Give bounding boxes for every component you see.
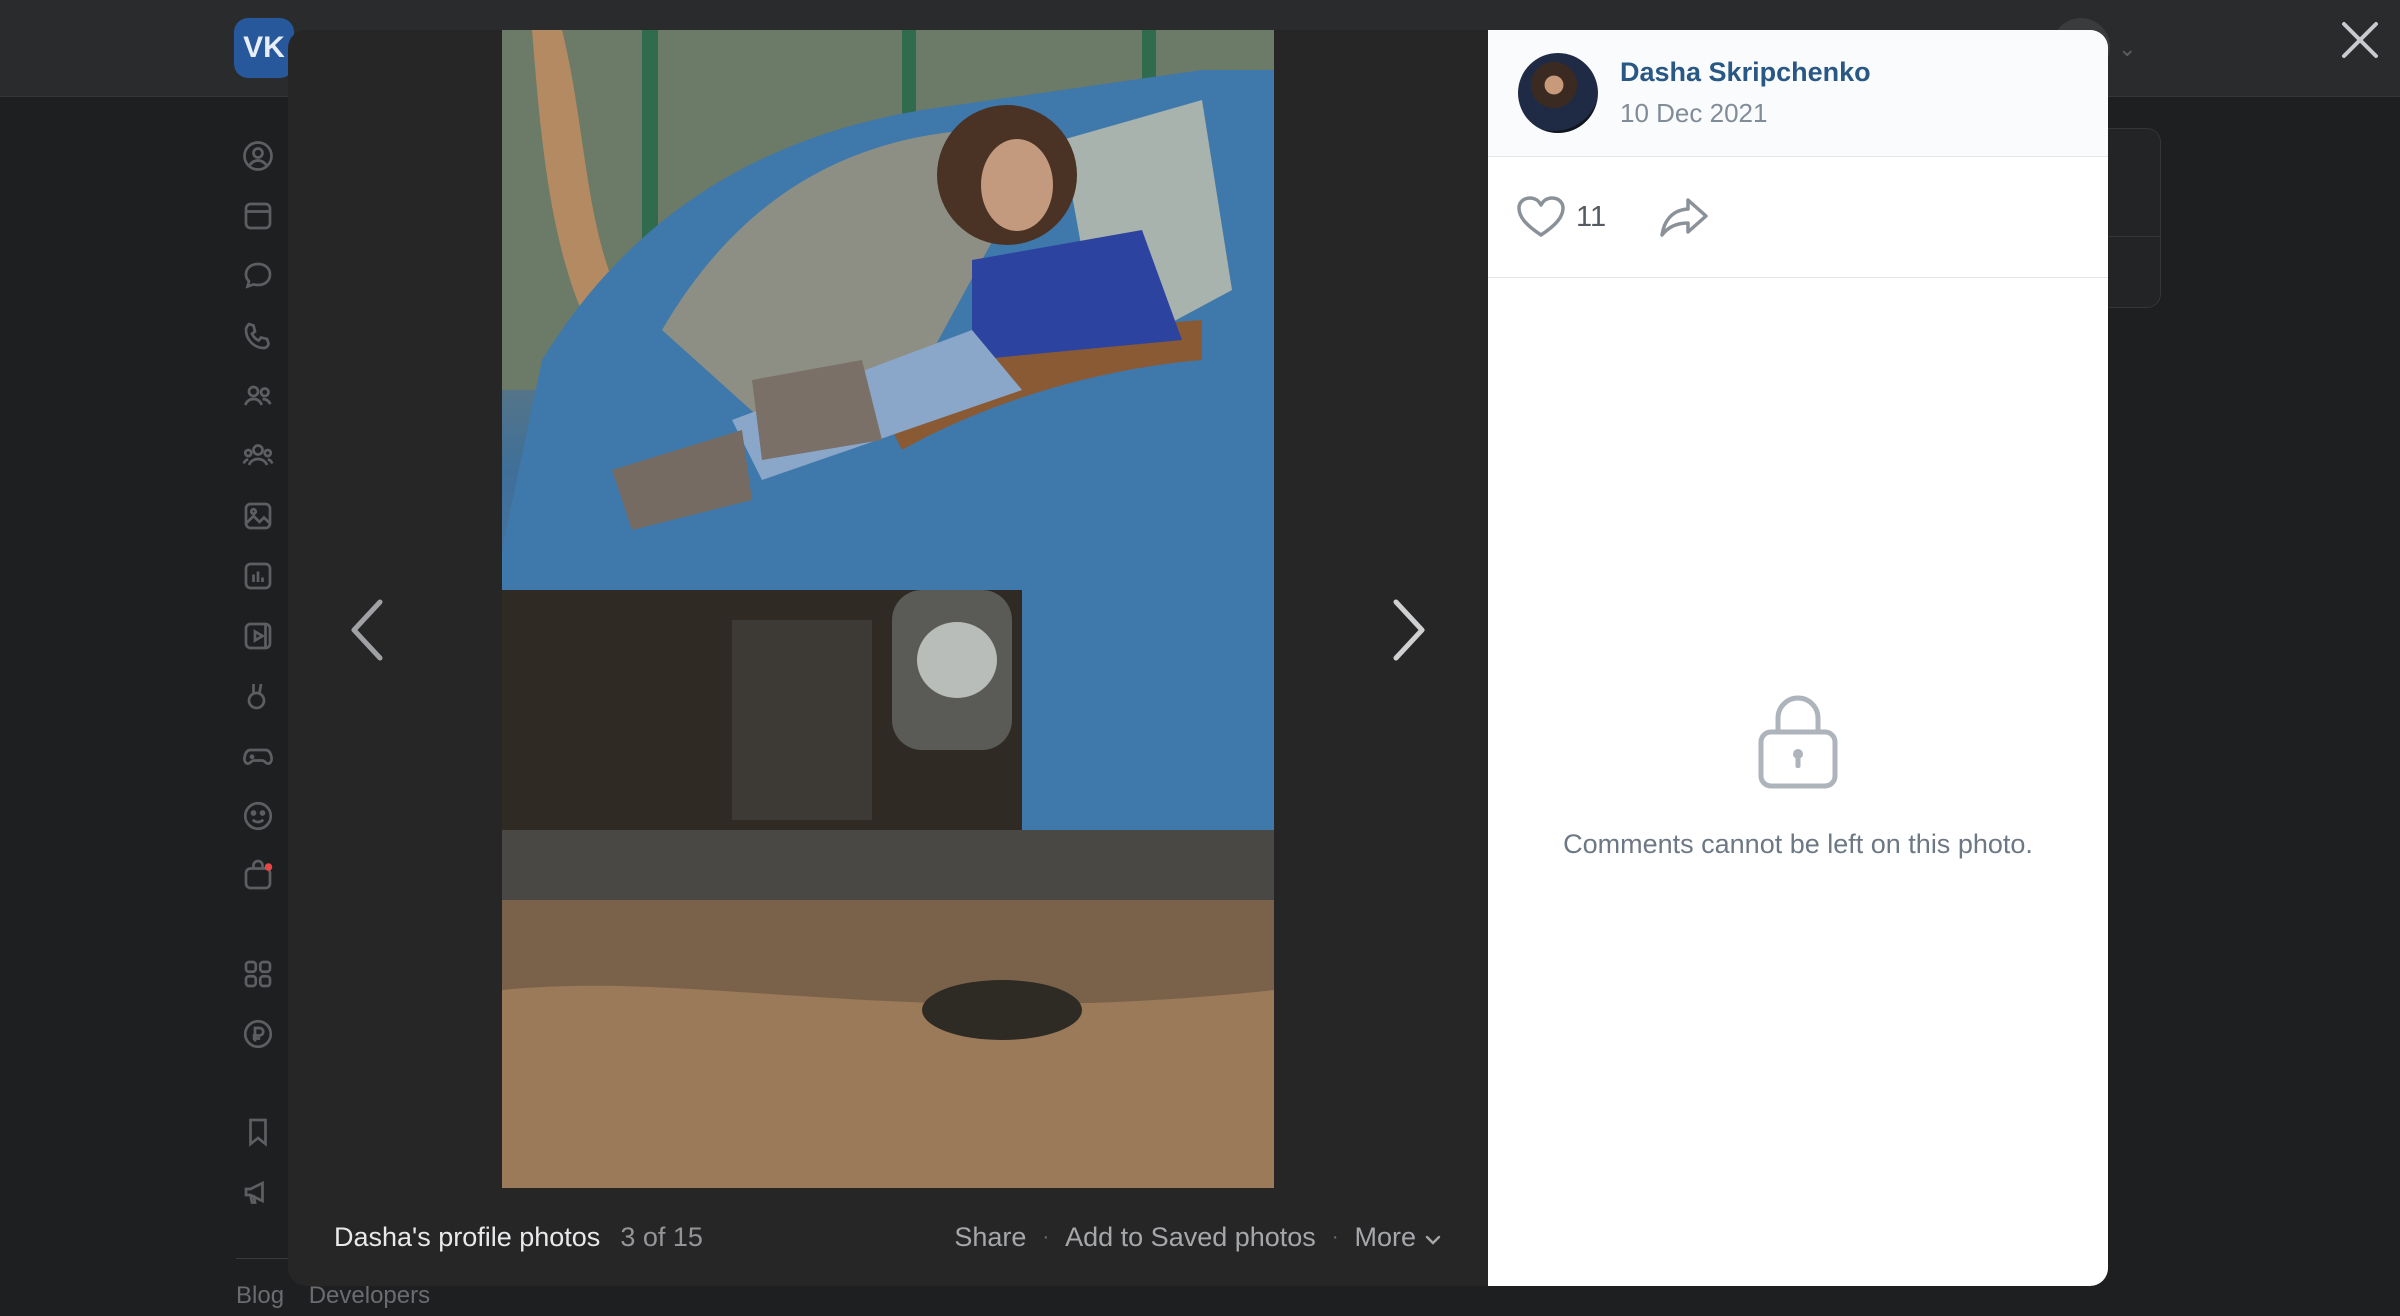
heart-icon (1517, 196, 1565, 237)
bookmarks-icon[interactable] (240, 1114, 276, 1150)
separator-dot: · (1331, 1225, 1339, 1248)
chevron-left-icon (351, 599, 383, 661)
album-title-link[interactable]: Dasha's profile photos (334, 1222, 600, 1253)
videos-icon[interactable] (240, 618, 276, 654)
chevron-down-icon[interactable]: ⌄ (2118, 36, 2136, 62)
calls-icon[interactable] (240, 318, 276, 354)
like-button[interactable]: 11 (1516, 195, 1606, 239)
chevron-right-icon (1393, 599, 1425, 661)
stickers-icon[interactable] (240, 798, 276, 834)
separator-dot: · (1042, 1225, 1050, 1248)
footer-divider (236, 1258, 296, 1259)
profile-icon[interactable] (240, 138, 276, 174)
games-icon[interactable] (240, 738, 276, 774)
footer-link-blog[interactable]: Blog (236, 1282, 284, 1309)
more-menu-button[interactable]: More (1354, 1222, 1442, 1253)
author-name-link[interactable]: Dasha Skripchenko (1620, 57, 1871, 88)
news-icon[interactable] (240, 198, 276, 234)
close-viewer-button[interactable] (2336, 16, 2384, 64)
market-icon[interactable] (240, 858, 276, 894)
footer-link-developers[interactable]: Developers (309, 1282, 430, 1309)
like-count: 11 (1576, 200, 1607, 233)
photo-counter: 3 of 15 (620, 1221, 703, 1252)
messages-icon[interactable] (240, 258, 276, 294)
photo-viewer: Dasha's profile photos 3 of 15 Share · A… (288, 30, 2108, 1286)
next-photo-button[interactable] (1368, 570, 1448, 690)
reactions-row: 11 (1488, 157, 2108, 278)
clips-icon[interactable] (240, 678, 276, 714)
author-avatar[interactable] (1518, 53, 1598, 133)
ads-icon[interactable] (240, 1174, 276, 1210)
save-to-saved-photos-link[interactable]: Add to Saved photos (1065, 1222, 1316, 1253)
music-icon[interactable] (240, 558, 276, 594)
friends-icon[interactable] (240, 378, 276, 414)
photo-actions: Share · Add to Saved photos · More (954, 1222, 1442, 1253)
photo-info-pane: Dasha Skripchenko 10 Dec 2021 11 Comment… (1488, 30, 2108, 1286)
share-link[interactable]: Share (954, 1222, 1026, 1253)
comments-locked-notice: Comments cannot be left on this photo. (1488, 690, 2108, 860)
close-icon (2342, 22, 2378, 58)
author-meta: Dasha Skripchenko 10 Dec 2021 (1620, 57, 1871, 129)
photo-pane: Dasha's profile photos 3 of 15 Share · A… (288, 30, 1488, 1286)
share-button[interactable] (1658, 196, 1710, 238)
author-header: Dasha Skripchenko 10 Dec 2021 (1488, 30, 2108, 157)
share-icon (1660, 198, 1708, 237)
comments-locked-message: Comments cannot be left on this photo. (1563, 829, 2033, 859)
post-date[interactable]: 10 Dec 2021 (1620, 98, 1871, 129)
services-icon[interactable] (240, 956, 276, 992)
lock-icon (1753, 690, 1843, 795)
vk-logo[interactable]: VK (234, 18, 294, 78)
payments-icon[interactable] (240, 1016, 276, 1052)
footer-links: Blog Developers (236, 1282, 448, 1310)
more-label: More (1354, 1221, 1416, 1252)
communities-icon[interactable] (240, 438, 276, 474)
photo[interactable] (502, 30, 1274, 1188)
chevron-down-icon (1424, 1222, 1442, 1253)
photos-icon[interactable] (240, 498, 276, 534)
previous-photo-button[interactable] (328, 570, 408, 690)
photo-footer: Dasha's profile photos 3 of 15 Share · A… (288, 1188, 1488, 1286)
